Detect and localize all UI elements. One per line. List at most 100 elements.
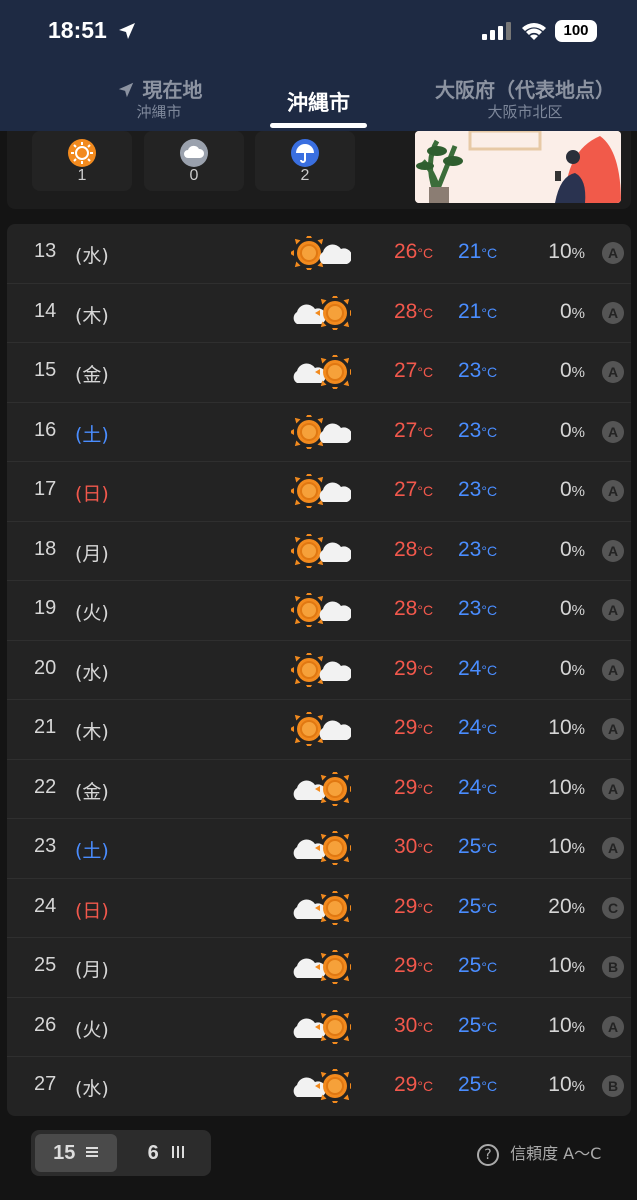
rain-value: 0 — [559, 537, 572, 561]
forecast-row[interactable]: 18 (月) 28°C 23°C 0% A — [7, 522, 631, 581]
percent-unit: % — [571, 1078, 585, 1095]
high-temp-value: 30 — [394, 1013, 418, 1037]
temp-unit: °C — [481, 959, 498, 975]
percent-unit: % — [571, 602, 585, 619]
6-day-view-button[interactable]: 6 — [127, 1134, 207, 1172]
forecast-weekday: (金) — [75, 364, 109, 386]
low-temp: 23°C — [458, 597, 497, 621]
cloud-icon — [180, 139, 208, 167]
cloudy-then-sunny-icon — [291, 828, 355, 868]
temp-unit: °C — [481, 840, 498, 856]
percent-unit: % — [571, 661, 585, 679]
low-temp-value: 23 — [458, 418, 482, 442]
low-temp-value: 25 — [458, 835, 482, 858]
cloudy-then-sunny-icon — [291, 887, 355, 928]
forecast-weekday: (土) — [75, 840, 109, 862]
temp-unit: °C — [481, 661, 498, 678]
location-arrow-icon — [118, 82, 133, 98]
forecast-row[interactable]: 19 (火) 28°C 23°C 0% A — [7, 581, 631, 641]
forecast-weekday: (月) — [75, 542, 109, 565]
rain-probability: 10% — [548, 1014, 585, 1038]
tab-current-location[interactable]: 現在地 沖縄市 — [104, 74, 214, 122]
sunny-then-cloudy-icon — [289, 709, 353, 749]
sunny-then-cloudy-icon — [289, 590, 353, 630]
forecast-date: 13 — [34, 240, 57, 262]
forecast-date: 17 — [34, 478, 57, 500]
reliability-badge: C — [602, 896, 624, 919]
forecast-row[interactable]: 25 (月) 29°C 25°C 10% B — [7, 938, 631, 998]
forecast-date: 15 — [34, 359, 57, 381]
temp-unit: °C — [481, 899, 498, 916]
rainy-count: 2 — [300, 167, 310, 184]
low-temp-value: 24 — [458, 775, 482, 799]
reliability-help[interactable]: ? 信頼度 A〜C — [477, 1140, 601, 1166]
low-temp-value: 25 — [458, 1013, 482, 1037]
tab-osaka[interactable]: 大阪府（代表地点） 大阪市北区 — [420, 74, 630, 122]
percent-unit: % — [571, 542, 585, 560]
wifi-icon — [520, 20, 548, 46]
forecast-row[interactable]: 23 (土) 30°C 25°C 10% A — [7, 819, 631, 879]
rain-probability: 10% — [548, 954, 585, 978]
tab-subtitle: 沖縄市 — [136, 103, 182, 121]
temp-unit: °C — [481, 1018, 498, 1035]
rain-probability: 0% — [560, 657, 585, 681]
cloudy-then-sunny-icon — [291, 1006, 355, 1047]
reliability-badge: A — [602, 837, 624, 859]
high-temp: 29°C — [394, 716, 433, 740]
high-temp: 29°C — [394, 954, 433, 978]
header: 18:51 100 現在地 沖縄市 沖縄市 大阪府（代表地点） 大阪市北区 — [0, 0, 637, 131]
forecast-date: 24 — [34, 894, 57, 917]
rain-value: 10 — [548, 835, 572, 858]
low-temp: 21°C — [458, 240, 497, 264]
reliability-badge: A — [602, 301, 624, 324]
reliability-badge: A — [602, 1015, 624, 1038]
cloudy-then-sunny-icon — [291, 1066, 355, 1106]
forecast-row[interactable]: 15 (金) 27°C 23°C 0% A — [7, 343, 631, 403]
low-temp-value: 25 — [458, 1073, 482, 1096]
low-temp: 21°C — [458, 300, 497, 324]
sunny-then-cloudy-icon — [289, 471, 353, 511]
reliability-badge: A — [602, 361, 624, 383]
percent-unit: % — [571, 423, 585, 441]
rain-probability: 20% — [548, 895, 585, 919]
weather-summary-panel: 1 0 2 — [7, 131, 631, 209]
forecast-weekday: (月) — [75, 959, 109, 981]
low-temp-value: 21 — [458, 299, 482, 323]
forecast-row[interactable]: 21 (木) 29°C 24°C 10% A — [7, 700, 631, 760]
forecast-weekday: (金) — [75, 780, 109, 803]
temp-unit: °C — [417, 423, 434, 440]
forecast-row[interactable]: 16 (土) 27°C 23°C 0% A — [7, 403, 631, 462]
forecast-row[interactable]: 14 (木) 28°C 21°C 0% A — [7, 284, 631, 343]
tab-okinawa[interactable]: 沖縄市 — [270, 74, 367, 117]
percent-unit: % — [571, 364, 585, 381]
sunny-count: 1 — [77, 167, 87, 184]
reliability-badge: A — [602, 777, 624, 800]
battery-indicator: 100 — [555, 20, 597, 42]
temp-unit: °C — [417, 602, 434, 618]
forecast-weekday: (水) — [75, 661, 109, 684]
low-temp-value: 23 — [458, 359, 482, 382]
forecast-row[interactable]: 26 (火) 30°C 25°C 10% A — [7, 998, 631, 1057]
tab-title: 現在地 — [142, 78, 203, 102]
temp-unit: °C — [417, 1018, 434, 1035]
high-temp: 27°C — [394, 478, 433, 502]
reliability-badge: B — [602, 1075, 624, 1097]
rain-probability: 10% — [548, 1073, 585, 1097]
forecast-row[interactable]: 13 (水) 26°C 21°C 10% A — [7, 224, 631, 284]
percent-unit: % — [571, 304, 585, 322]
status-time: 18:51 — [48, 17, 107, 43]
temp-unit: °C — [481, 364, 498, 380]
cloudy-then-sunny-icon — [291, 352, 355, 392]
forecast-row[interactable]: 27 (水) 29°C 25°C 10% B — [7, 1057, 631, 1117]
forecast-row[interactable]: 17 (日) 27°C 23°C 0% A — [7, 462, 631, 522]
forecast-row[interactable]: 24 (日) 29°C 25°C 20% C — [7, 879, 631, 938]
tab-title: 沖縄市 — [287, 91, 350, 115]
15-day-view-button[interactable]: 15 — [35, 1134, 117, 1172]
cloudy-then-sunny-icon — [291, 768, 355, 809]
temp-unit: °C — [481, 1078, 498, 1094]
high-temp: 29°C — [394, 776, 433, 800]
forecast-row[interactable]: 20 (水) 29°C 24°C 0% A — [7, 641, 631, 700]
high-temp-value: 30 — [394, 835, 418, 858]
forecast-row[interactable]: 22 (金) 29°C 24°C 10% A — [7, 760, 631, 819]
reliability-badge: A — [602, 420, 624, 443]
